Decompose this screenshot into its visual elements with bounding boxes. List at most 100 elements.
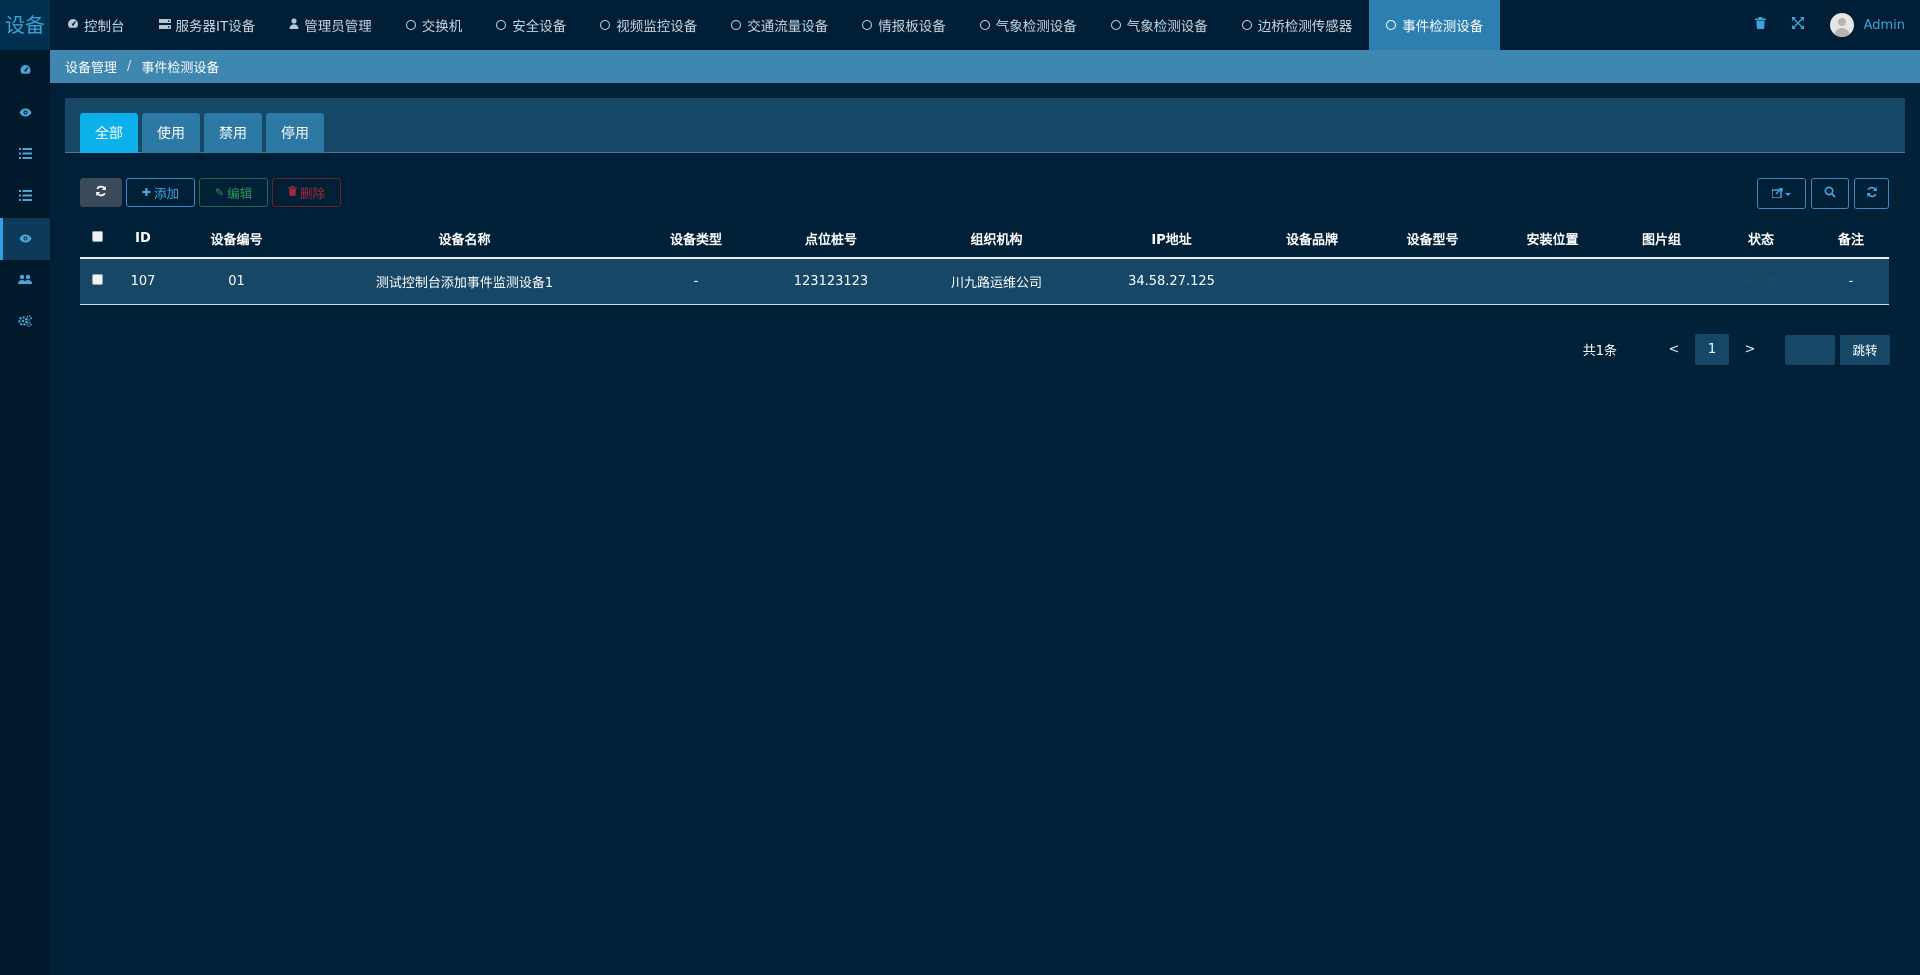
reload-button[interactable] [1854,178,1889,209]
breadcrumb-parent[interactable]: 设备管理 [65,57,117,76]
nav-label: 情报板设备 [878,19,946,35]
sidebar-item-dashboard[interactable] [0,50,50,92]
refresh-icon [95,185,107,200]
column-header[interactable]: ID [114,231,172,246]
app-logo[interactable]: 设备 [0,0,50,50]
search-icon [1824,186,1836,201]
tab-disabled[interactable]: 禁用 [204,113,262,153]
eye-icon [19,106,32,121]
breadcrumb-separator: / [127,59,132,74]
user-name[interactable]: Admin [1864,18,1905,33]
nav-label: 交换机 [421,19,463,35]
device-table: ID 设备编号 设备名称 设备类型 点位桩号 组织机构 IP地址 设备品牌 设备… [80,220,1889,305]
column-header[interactable]: 安装位置 [1489,229,1616,248]
checkbox-box[interactable] [92,231,103,242]
pagination: 共1条 < 1 > 跳转 [1583,334,1890,365]
export-button[interactable] [1757,178,1806,209]
nav-weather-1[interactable]: 气象检测设备 [963,0,1094,50]
avatar[interactable] [1829,13,1854,37]
sidebar [0,50,50,975]
status-dot-icon [1742,278,1751,286]
add-button[interactable]: ✚ 添加 [126,178,195,207]
plus-icon: ✚ [141,186,152,199]
nav-server-it[interactable]: 服务器IT设备 [142,0,273,50]
circle-icon [405,20,416,30]
refresh-button[interactable] [80,178,122,207]
nav-label: 边桥检测传感器 [1257,19,1353,35]
column-header[interactable]: 设备品牌 [1248,229,1376,248]
column-header[interactable]: 设备型号 [1376,229,1489,248]
status-text: 正常 [1754,275,1779,289]
jump-page-input[interactable] [1785,334,1835,365]
next-page-button[interactable]: > [1733,342,1767,357]
nav-weather-2[interactable]: 气象检测设备 [1094,0,1225,50]
sidebar-item-view[interactable] [0,92,50,134]
sidebar-item-list-1[interactable] [0,134,50,176]
jump-button[interactable]: 跳转 [1840,334,1890,365]
nav-dashboard[interactable]: 控制台 [50,0,142,50]
nav-security-device[interactable]: 安全设备 [479,0,583,50]
sidebar-item-users[interactable] [0,260,50,302]
column-header[interactable]: IP地址 [1095,229,1248,248]
column-header[interactable]: 点位桩号 [764,229,898,248]
top-right-tools: Admin [1754,0,1920,50]
nav-admin-manage[interactable]: 管理员管理 [272,0,389,50]
column-header[interactable]: 组织机构 [898,229,1095,248]
cell-name: 测试控制台添加事件监测设备1 [375,276,554,291]
users-icon [18,274,32,289]
cell-status: 正常 [1707,273,1815,290]
status-tab-panel: 全部 使用 禁用 停用 [65,98,1905,153]
fullscreen-icon[interactable] [1791,17,1804,33]
top-bar: 设备 控制台 服务器IT设备 管理员管理 交换机 安全设备 视频监控设备 交通流… [0,0,1920,50]
row-checkbox[interactable] [80,274,114,289]
trash-icon[interactable] [1754,17,1766,33]
circle-icon [496,20,507,30]
circle-icon [1386,20,1397,30]
checkbox-box[interactable] [92,274,103,285]
nav-switch[interactable]: 交换机 [389,0,480,50]
column-header[interactable]: 设备类型 [628,229,764,248]
trash-icon [287,186,297,199]
gears-icon [18,315,32,331]
page-number[interactable]: 1 [1695,334,1729,365]
eye-icon [19,232,32,247]
circle-icon [979,20,990,30]
server-icon [158,17,171,33]
cell-type: - [693,274,699,289]
select-all-checkbox[interactable] [80,231,114,246]
nav-label: 视频监控设备 [616,19,698,35]
edit-button[interactable]: ✎ 编辑 [199,178,268,207]
table-header: ID 设备编号 设备名称 设备类型 点位桩号 组织机构 IP地址 设备品牌 设备… [80,220,1889,259]
pencil-icon: ✎ [214,186,225,199]
prev-page-button[interactable]: < [1657,342,1691,357]
nav-event-detection[interactable]: 事件检测设备 [1369,0,1501,50]
tab-stopped[interactable]: 停用 [266,113,324,153]
nav-video-monitor[interactable]: 视频监控设备 [583,0,714,50]
nav-label: 交通流量设备 [747,19,829,35]
nav-bridge-sensor[interactable]: 边桥检测传感器 [1225,0,1370,50]
delete-button[interactable]: 删除 [272,178,341,207]
delete-label: 删除 [299,186,325,201]
sidebar-item-event-view[interactable] [0,218,50,260]
table-row[interactable]: 107 01 测试控制台添加事件监测设备1 - 123123123 川九路运维公… [80,259,1889,305]
dashboard-icon [19,64,32,79]
circle-icon [600,20,611,30]
column-header[interactable]: 图片组 [1616,229,1707,248]
nav-info-board[interactable]: 情报板设备 [845,0,963,50]
cell-org: 川九路运维公司 [950,276,1042,291]
tab-all[interactable]: 全部 [80,113,138,153]
list-icon [18,147,32,163]
user-icon [289,17,299,33]
sidebar-item-settings[interactable] [0,302,50,344]
column-header[interactable]: 设备名称 [301,229,628,248]
nav-label: 事件检测设备 [1402,19,1484,35]
nav-traffic-flow[interactable]: 交通流量设备 [714,0,845,50]
column-header[interactable]: 备注 [1815,229,1887,248]
search-button[interactable] [1811,178,1849,209]
tab-in-use[interactable]: 使用 [142,113,200,153]
column-header[interactable]: 设备编号 [172,229,301,248]
top-nav: 控制台 服务器IT设备 管理员管理 交换机 安全设备 视频监控设备 交通流量设备… [50,0,1501,50]
sidebar-item-list-2[interactable] [0,176,50,218]
list-icon [18,189,32,205]
column-header[interactable]: 状态 [1707,229,1815,248]
